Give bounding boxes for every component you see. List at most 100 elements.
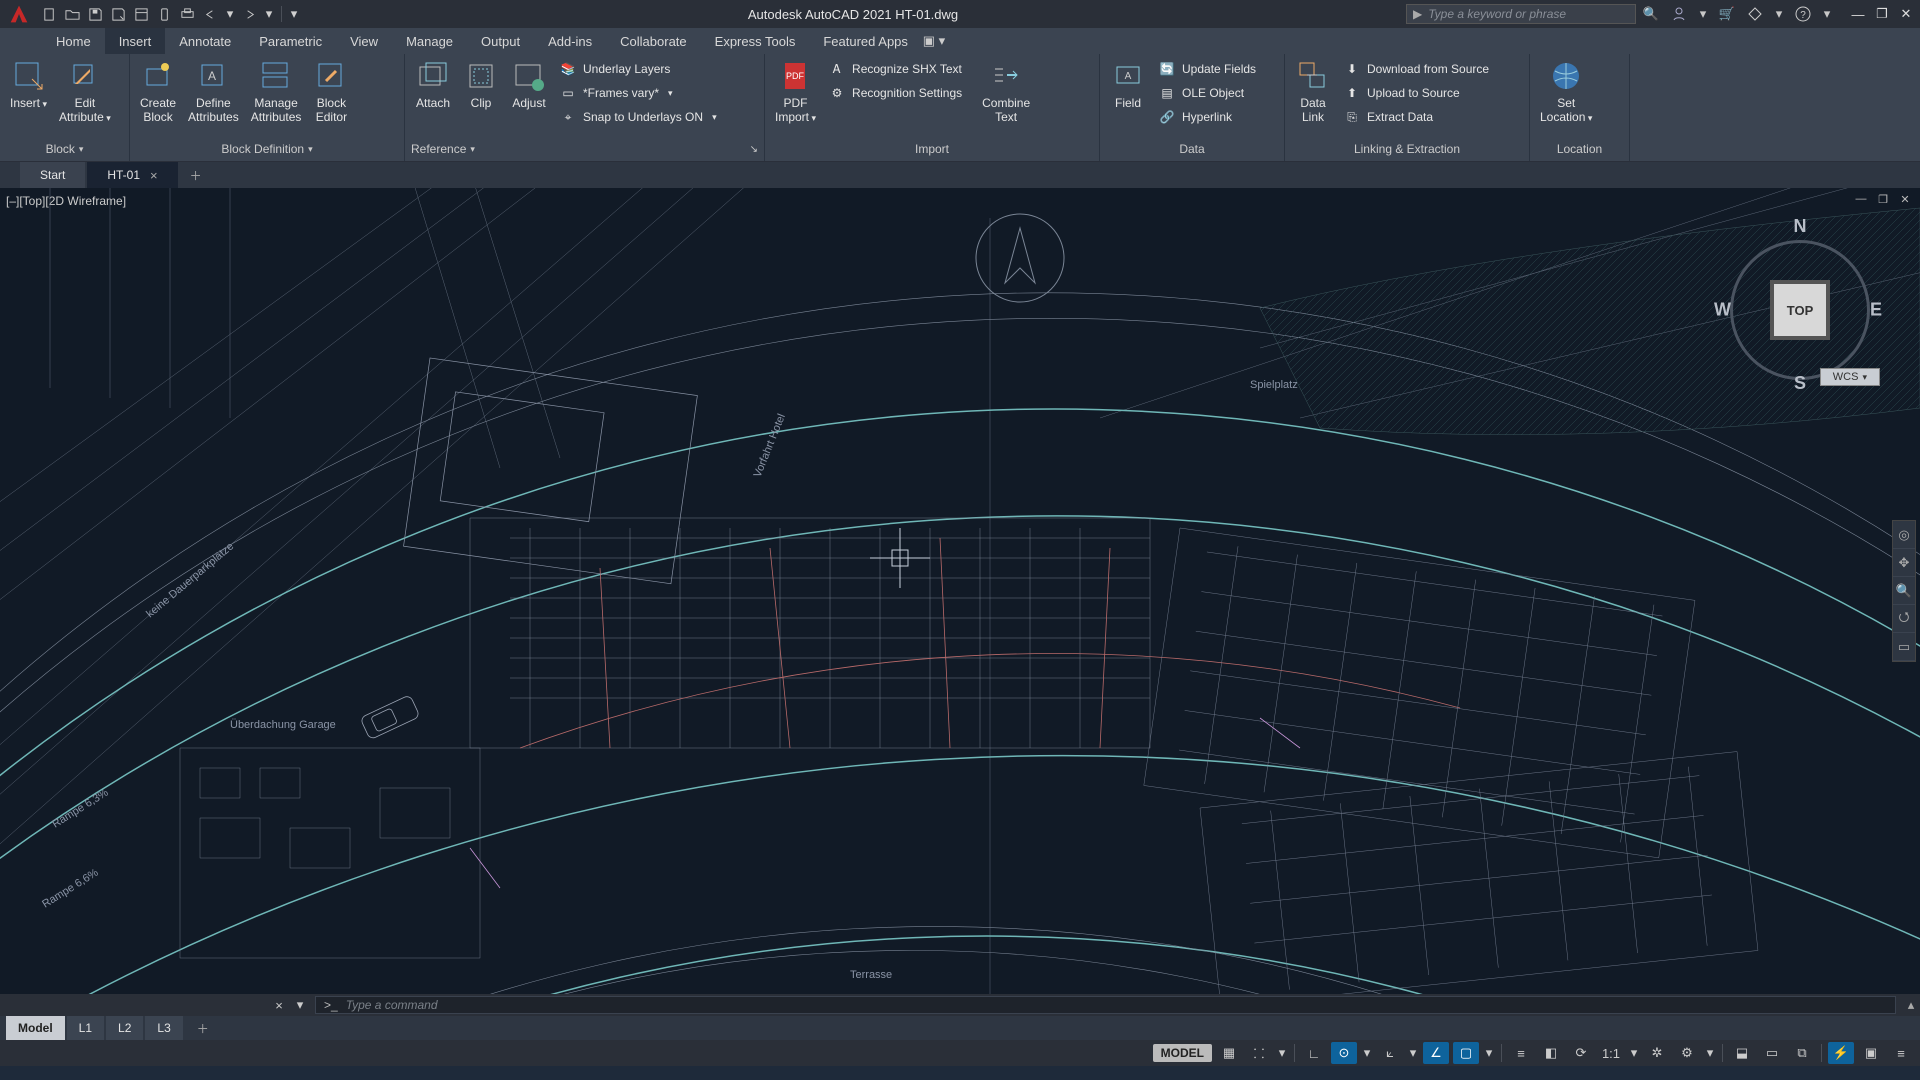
tab-addins[interactable]: Add-ins (534, 28, 606, 54)
navbar-zoom-icon[interactable]: 🔍 (1893, 577, 1915, 605)
qat-new-icon[interactable] (40, 5, 59, 24)
create-block-button[interactable]: Create Block (136, 56, 180, 126)
status-ortho-icon[interactable]: ∟ (1301, 1042, 1327, 1064)
status-hardware-accel-icon[interactable]: ⚡ (1828, 1042, 1854, 1064)
manage-attributes-button[interactable]: Manage Attributes (247, 56, 306, 126)
tab-home[interactable]: Home (42, 28, 105, 54)
wcs-badge[interactable]: WCS▾ (1820, 368, 1880, 386)
panel-footer-reference[interactable]: Reference▾↘ (411, 137, 758, 161)
upload-source-button[interactable]: ⬆Upload to Source (1339, 82, 1493, 104)
status-monitor-icon[interactable]: ▭ (1759, 1042, 1785, 1064)
tab-output[interactable]: Output (467, 28, 534, 54)
define-attributes-button[interactable]: ADefine Attributes (184, 56, 243, 126)
status-snap-icon[interactable]: ⸬ (1246, 1042, 1272, 1064)
adjust-button[interactable]: Adjust (507, 56, 551, 112)
tab-annotate[interactable]: Annotate (165, 28, 245, 54)
window-restore-button[interactable]: ❐ (1872, 4, 1892, 24)
help-icon[interactable]: ? (1794, 5, 1812, 23)
exchange-apps-icon[interactable] (1746, 5, 1764, 23)
extract-data-button[interactable]: ⎘Extract Data (1339, 106, 1493, 128)
status-isodraft-icon[interactable]: ⟀ (1377, 1042, 1403, 1064)
qat-undo-icon[interactable] (201, 5, 220, 24)
status-annoscale-label[interactable]: 1:1 (1598, 1042, 1624, 1064)
status-grid-icon[interactable]: ▦ (1216, 1042, 1242, 1064)
qat-redo-icon[interactable] (240, 5, 259, 24)
autodesk-app-store-icon[interactable]: 🛒 (1718, 5, 1736, 23)
signin-icon[interactable] (1670, 5, 1688, 23)
infocenter-search[interactable]: ▶Type a keyword or phrase (1406, 4, 1636, 24)
model-paper-toggle[interactable]: MODEL (1153, 1044, 1212, 1062)
recognition-settings-button[interactable]: ⚙Recognition Settings (824, 82, 966, 104)
cmd-recent-icon[interactable]: ▾ (291, 996, 309, 1014)
hyperlink-button[interactable]: 🔗Hyperlink (1154, 106, 1260, 128)
status-cycling-icon[interactable]: ⟳ (1568, 1042, 1594, 1064)
status-annovisibility-icon[interactable]: ✲ (1644, 1042, 1670, 1064)
qat-save-icon[interactable] (86, 5, 105, 24)
qat-customize-dropdown[interactable]: ▾ (288, 5, 300, 24)
tab-express-tools[interactable]: Express Tools (701, 28, 810, 54)
layout-tab-l2[interactable]: L2 (106, 1016, 143, 1040)
close-icon[interactable]: × (150, 168, 158, 183)
attach-button[interactable]: Attach (411, 56, 455, 112)
navbar-showmotion-icon[interactable]: ▭ (1893, 633, 1915, 661)
frames-vary-button[interactable]: ▭*Frames vary*▾ (555, 82, 721, 104)
qat-saveas-icon[interactable] (109, 5, 128, 24)
doctab-add[interactable]: ＋ (180, 162, 212, 188)
navbar-orbit-icon[interactable]: ⭯ (1893, 605, 1915, 633)
panel-footer-block[interactable]: Block▾ (6, 137, 123, 161)
status-cleanscreen-icon[interactable]: ▣ (1858, 1042, 1884, 1064)
doctab-ht01[interactable]: HT-01× (87, 162, 177, 188)
cmd-expand-icon[interactable]: ▴ (1902, 997, 1920, 1013)
status-osnap-icon[interactable]: ▢ (1453, 1042, 1479, 1064)
qat-redo-dropdown[interactable]: ▾ (263, 5, 275, 24)
status-units-icon[interactable]: ⧉ (1789, 1042, 1815, 1064)
qat-plot-icon[interactable] (178, 5, 197, 24)
status-annoscale-dd[interactable]: ▾ (1628, 1042, 1640, 1064)
viewcube-west[interactable]: W (1714, 300, 1731, 321)
download-source-button[interactable]: ⬇Download from Source (1339, 58, 1493, 80)
search-icon[interactable]: 🔍 (1642, 5, 1660, 23)
tab-view[interactable]: View (336, 28, 392, 54)
block-editor-button[interactable]: Block Editor (309, 56, 353, 126)
status-customize-icon[interactable]: ≡ (1888, 1042, 1914, 1064)
layout-tab-model[interactable]: Model (6, 1016, 65, 1040)
layout-tab-l1[interactable]: L1 (67, 1016, 104, 1040)
tab-manage[interactable]: Manage (392, 28, 467, 54)
qat-open-icon[interactable] (63, 5, 82, 24)
tab-featured-apps[interactable]: Featured Apps (809, 28, 922, 54)
autocad-logo-icon[interactable] (4, 3, 34, 25)
command-input[interactable]: >_ Type a command (315, 996, 1896, 1014)
viewcube-north[interactable]: N (1794, 216, 1807, 237)
window-minimize-button[interactable]: — (1848, 4, 1868, 24)
underlay-layers-button[interactable]: 📚Underlay Layers (555, 58, 721, 80)
status-isodraft-dd[interactable]: ▾ (1407, 1042, 1419, 1064)
pdf-import-button[interactable]: PDFPDF Import (771, 56, 820, 127)
status-snap-dd[interactable]: ▾ (1276, 1042, 1288, 1064)
set-location-button[interactable]: Set Location (1536, 56, 1596, 127)
layout-tab-l3[interactable]: L3 (145, 1016, 182, 1040)
layout-tab-add[interactable]: ＋ (185, 1016, 221, 1040)
ribbon-expand-icon[interactable]: ▣ ▾ (922, 28, 946, 54)
help-dropdown[interactable]: ▾ (1822, 5, 1832, 23)
insert-block-button[interactable]: Insert (6, 56, 51, 113)
tab-parametric[interactable]: Parametric (245, 28, 336, 54)
clip-button[interactable]: Clip (459, 56, 503, 112)
data-link-button[interactable]: Data Link (1291, 56, 1335, 126)
status-polar-dd[interactable]: ▾ (1361, 1042, 1373, 1064)
field-button[interactable]: AField (1106, 56, 1150, 112)
snap-underlays-button[interactable]: ⌖Snap to Underlays ON▾ (555, 106, 721, 128)
status-lineweight-icon[interactable]: ≡ (1508, 1042, 1534, 1064)
qat-web-icon[interactable] (132, 5, 151, 24)
navbar-wheel-icon[interactable]: ◎ (1893, 521, 1915, 549)
status-gear-icon[interactable]: ⚙ (1674, 1042, 1700, 1064)
status-transparency-icon[interactable]: ◧ (1538, 1042, 1564, 1064)
status-workspace-icon[interactable]: ⬓ (1729, 1042, 1755, 1064)
signin-dropdown[interactable]: ▾ (1698, 5, 1708, 23)
window-close-button[interactable]: ✕ (1896, 4, 1916, 24)
status-polar-icon[interactable]: ⊙ (1331, 1042, 1357, 1064)
drawing-viewport[interactable]: [–][Top][2D Wireframe] — ❐ ✕ (0, 188, 1920, 994)
navbar-pan-icon[interactable]: ✥ (1893, 549, 1915, 577)
tab-insert[interactable]: Insert (105, 28, 166, 54)
viewcube-face[interactable]: TOP (1770, 280, 1830, 340)
doctab-start[interactable]: Start (20, 162, 85, 188)
